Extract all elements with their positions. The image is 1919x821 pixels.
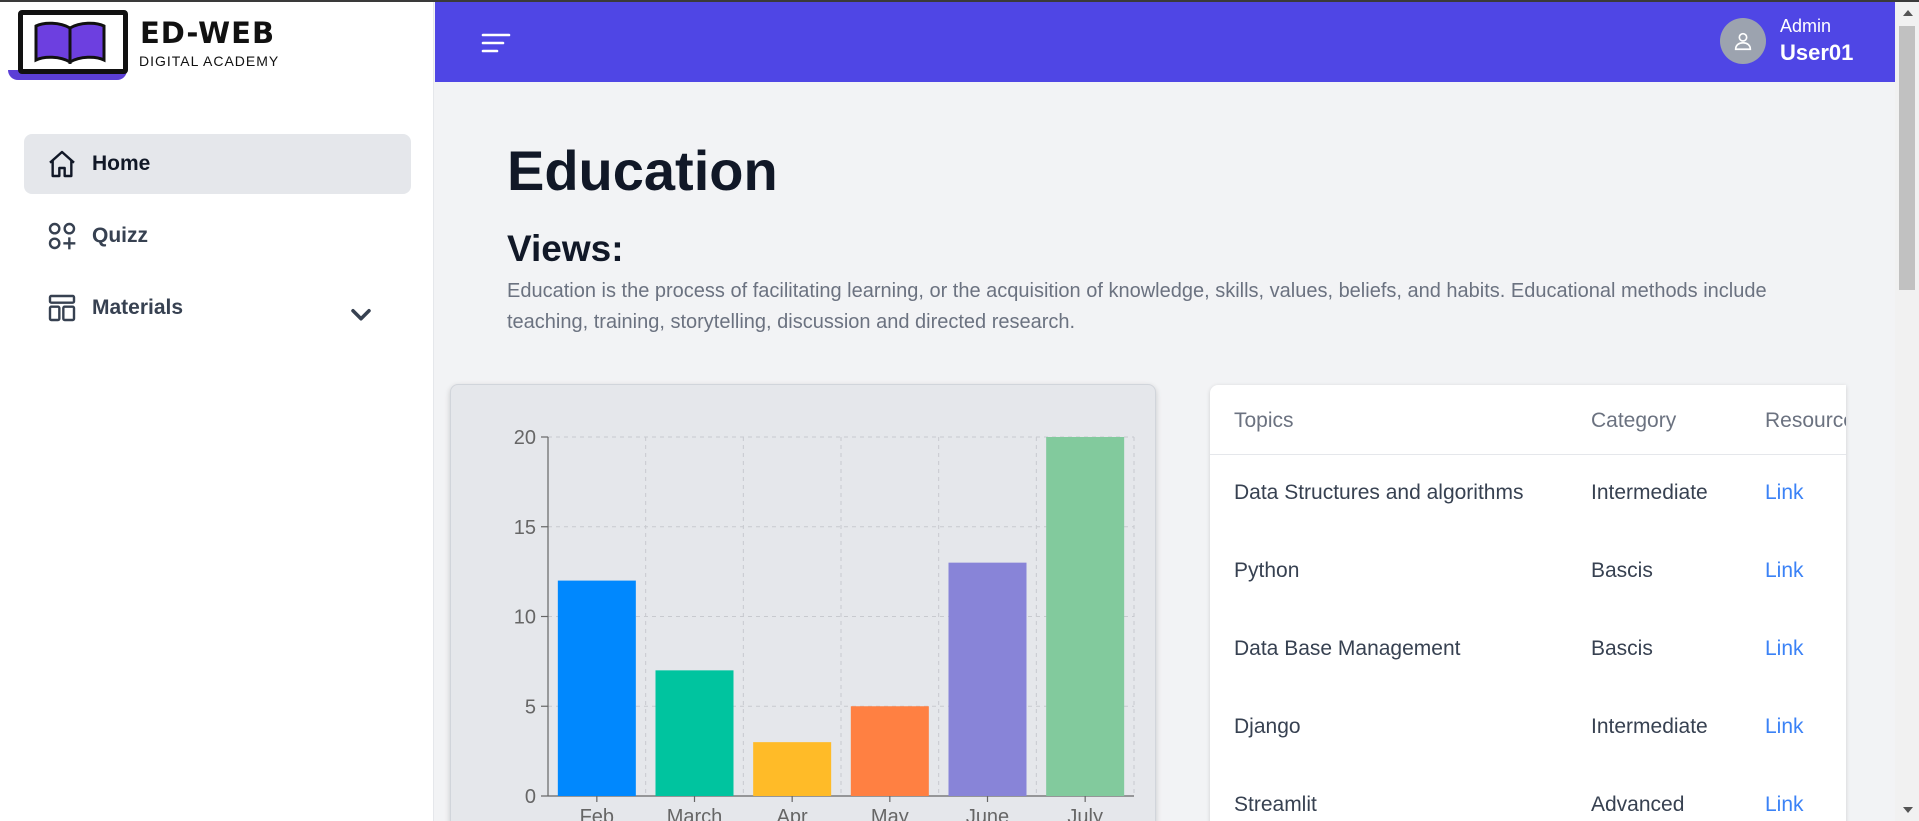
scroll-thumb[interactable] [1899, 26, 1915, 290]
user-role: Admin [1780, 16, 1832, 36]
chart-bar-june [948, 562, 1027, 796]
brand-subtitle: DIGITAL ACADEMY [139, 53, 280, 69]
sidebar-item-home[interactable]: Home [24, 134, 411, 194]
sidebar-nav: Home Quizz Materials [24, 134, 411, 350]
book-icon [34, 21, 106, 64]
window-top-border [0, 0, 1919, 2]
brand-title: ED-WEB [140, 16, 276, 50]
menu-icon[interactable] [481, 30, 511, 56]
scroll-up-arrow-icon[interactable] [1903, 10, 1913, 16]
chart-bar-apr [753, 742, 832, 796]
user-icon [1734, 32, 1752, 51]
table-cell-category: Intermediate [1591, 715, 1708, 738]
resource-link[interactable]: Link [1765, 559, 1804, 583]
top-header: Admin User01 [435, 2, 1895, 82]
table-cell-topic: Django [1234, 715, 1301, 738]
chevron-down-icon[interactable] [345, 298, 377, 330]
user-name[interactable]: User01 [1780, 40, 1853, 66]
chart-x-tick-label: March [667, 806, 723, 821]
column-header-category[interactable]: Category [1591, 409, 1676, 433]
chart-x-tick-label: Apr [777, 806, 808, 821]
table-cell-topic: Data Base Management [1234, 637, 1461, 660]
resource-link[interactable]: Link [1765, 637, 1804, 661]
section-title: Views: [507, 228, 624, 269]
resource-link[interactable]: Link [1765, 793, 1804, 817]
chart-x-tick-label: May [871, 806, 909, 821]
table-cell-category: Advanced [1591, 793, 1685, 816]
brand-logo[interactable]: ED-WEB DIGITAL ACADEMY [8, 6, 308, 80]
layout-icon [48, 294, 76, 322]
sidebar-item-materials[interactable]: Materials [24, 278, 411, 338]
header-divider [1210, 454, 1846, 455]
sidebar: ED-WEB DIGITAL ACADEMY Home Quizz Materi… [0, 0, 434, 821]
table-cell-category: Bascis [1591, 559, 1653, 582]
page-scrollbar[interactable] [1895, 2, 1919, 821]
page-description: Education is the process of facilitating… [507, 280, 1767, 333]
column-header-resource[interactable]: Resource [1765, 409, 1846, 433]
sidebar-item-label: Quizz [92, 224, 148, 247]
chart-y-tick-label: 15 [514, 517, 536, 539]
chart-y-tick-label: 10 [514, 607, 536, 629]
page-title: Education [507, 139, 778, 202]
chart-bar-may [850, 706, 929, 796]
chart-bar-march [655, 670, 734, 796]
table-cell-topic: Python [1234, 559, 1300, 582]
sidebar-item-label: Materials [92, 296, 184, 319]
chart-x-tick-label: July [1067, 806, 1103, 821]
sidebar-item-label: Home [92, 152, 151, 175]
sidebar-item-quizz[interactable]: Quizz [24, 206, 411, 266]
chart-x-tick-label: Feb [580, 806, 614, 821]
views-chart-card: 0 5 10 15 20 Feb March Apr May June July [450, 384, 1156, 821]
chart-y-tick-label: 0 [525, 786, 536, 808]
table-cell-category: Intermediate [1591, 481, 1708, 504]
chart-bar-feb [557, 580, 636, 796]
table-cell-category: Bascis [1591, 637, 1653, 660]
chart-bar-july [1046, 437, 1125, 796]
resource-link[interactable]: Link [1765, 481, 1804, 505]
apps-add-icon [48, 222, 76, 250]
home-icon [49, 150, 75, 178]
table-cell-topic: Data Structures and algorithms [1234, 481, 1524, 504]
topics-table: Topics Category Resource Data Structures… [1210, 385, 1846, 821]
chart-x-tick-label: June [966, 806, 1009, 821]
column-header-topics[interactable]: Topics [1234, 409, 1294, 433]
scroll-down-arrow-icon[interactable] [1903, 807, 1913, 813]
chart-y-tick-label: 20 [514, 427, 536, 449]
avatar[interactable] [1720, 18, 1766, 64]
views-bar-chart: 0 5 10 15 20 Feb March Apr May June July [514, 427, 1135, 821]
table-cell-topic: Streamlit [1234, 793, 1317, 816]
chart-y-tick-label: 5 [525, 696, 536, 718]
resource-link[interactable]: Link [1765, 715, 1804, 739]
